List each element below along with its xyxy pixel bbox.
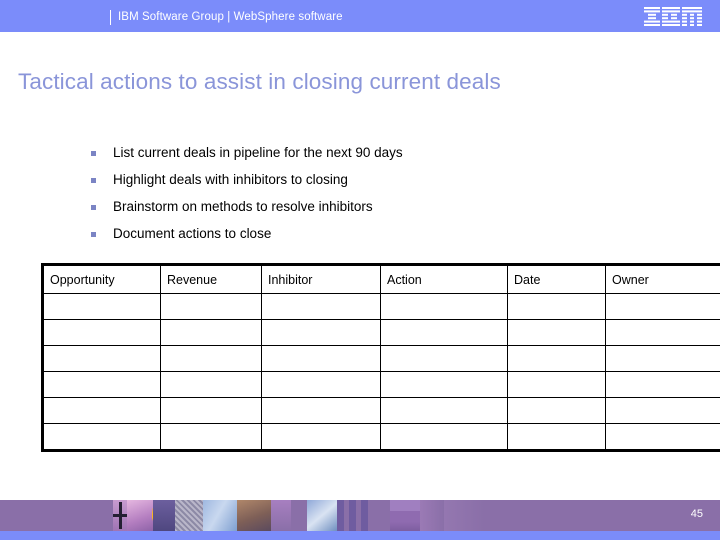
collage-tile: [291, 500, 307, 531]
table-cell[interactable]: [42, 293, 161, 320]
table-row[interactable]: [42, 345, 720, 372]
photo-collage-strip: ✋: [113, 500, 484, 531]
table-cell[interactable]: [605, 397, 720, 424]
table-row[interactable]: [42, 397, 720, 424]
table-header-cell: Opportunity: [42, 264, 161, 294]
list-item: List current deals in pipeline for the n…: [91, 144, 651, 171]
table-cell[interactable]: [605, 345, 720, 372]
table-cell[interactable]: [42, 345, 161, 372]
list-item-label: Brainstorm on methods to resolve inhibit…: [113, 199, 373, 214]
collage-tile: [113, 500, 133, 531]
table-cell[interactable]: [261, 371, 381, 398]
collage-tile: [337, 500, 344, 531]
square-bullet-icon: [91, 205, 96, 210]
table-cell[interactable]: [261, 397, 381, 424]
footer-accent-bar: [0, 531, 720, 540]
list-item-label: Highlight deals with inhibitors to closi…: [113, 172, 348, 187]
table-cell[interactable]: [507, 319, 606, 346]
list-item: Document actions to close: [91, 225, 651, 252]
table-cell[interactable]: [160, 397, 262, 424]
list-item-label: List current deals in pipeline for the n…: [113, 145, 403, 160]
table-cell[interactable]: [261, 319, 381, 346]
table-header-cell: Inhibitor: [261, 264, 381, 294]
table-cell[interactable]: [160, 293, 262, 320]
square-bullet-icon: [91, 151, 96, 156]
collage-tile: [307, 500, 337, 531]
table-cell[interactable]: [42, 397, 161, 424]
table-cell[interactable]: [261, 293, 381, 320]
collage-tile: [153, 500, 175, 531]
table-cell[interactable]: [605, 371, 720, 398]
square-bullet-icon: [91, 232, 96, 237]
table-row[interactable]: [42, 423, 720, 451]
header-band: IBM Software Group | WebSphere software: [0, 0, 720, 32]
table-cell[interactable]: [160, 371, 262, 398]
table-cell[interactable]: [605, 319, 720, 346]
table-cell[interactable]: [42, 319, 161, 346]
table-cell[interactable]: [605, 423, 720, 451]
collage-tile: [175, 500, 203, 531]
collage-tile: [237, 500, 271, 531]
header-brand-label: IBM Software Group | WebSphere software: [118, 11, 343, 23]
table-row[interactable]: [42, 293, 720, 320]
table-header-cell: Owner: [605, 264, 720, 294]
page-number: 45: [690, 508, 703, 520]
table-cell[interactable]: [261, 423, 381, 451]
collage-tile: [420, 500, 444, 531]
header-brand: IBM Software Group | WebSphere software: [110, 9, 343, 25]
table-cell[interactable]: [42, 423, 161, 451]
table-header-cell: Date: [507, 264, 606, 294]
footer-band: ✋: [0, 500, 720, 531]
table-cell[interactable]: [261, 345, 381, 372]
table-cell[interactable]: [380, 371, 508, 398]
list-item: Highlight deals with inhibitors to closi…: [91, 171, 651, 198]
table-row[interactable]: [42, 371, 720, 398]
table-cell[interactable]: [507, 423, 606, 451]
table-cell[interactable]: [380, 397, 508, 424]
collage-tile: [349, 500, 356, 531]
deals-table-container: Opportunity Revenue Inhibitor Action Dat…: [41, 263, 720, 452]
table-cell[interactable]: [380, 423, 508, 451]
table-row[interactable]: [42, 319, 720, 346]
collage-tile: ✋: [127, 500, 171, 531]
table-cell[interactable]: [507, 345, 606, 372]
collage-tile: [390, 500, 420, 531]
list-item: Brainstorm on methods to resolve inhibit…: [91, 198, 651, 225]
ibm-logo-icon: [644, 7, 702, 26]
table-cell[interactable]: [380, 293, 508, 320]
table-cell[interactable]: [605, 293, 720, 320]
table-cell[interactable]: [42, 371, 161, 398]
table-header-row: Opportunity Revenue Inhibitor Action Dat…: [42, 264, 720, 294]
deals-table: Opportunity Revenue Inhibitor Action Dat…: [41, 263, 720, 452]
list-item-label: Document actions to close: [113, 226, 272, 241]
page-title: Tactical actions to assist in closing cu…: [18, 69, 501, 94]
table-cell[interactable]: [380, 319, 508, 346]
collage-tile: [361, 500, 368, 531]
collage-tile: [203, 500, 237, 531]
table-cell[interactable]: [160, 345, 262, 372]
table-cell[interactable]: [380, 345, 508, 372]
table-cell[interactable]: [507, 371, 606, 398]
collage-tile: [368, 500, 390, 531]
table-cell[interactable]: [160, 423, 262, 451]
table-header-cell: Revenue: [160, 264, 262, 294]
table-cell[interactable]: [507, 293, 606, 320]
header-divider: [110, 9, 111, 25]
table-cell[interactable]: [160, 319, 262, 346]
bullet-list: List current deals in pipeline for the n…: [91, 144, 651, 252]
collage-tile: [444, 500, 484, 531]
table-header-cell: Action: [380, 264, 508, 294]
square-bullet-icon: [91, 178, 96, 183]
table-cell[interactable]: [507, 397, 606, 424]
collage-tile: [271, 500, 291, 531]
